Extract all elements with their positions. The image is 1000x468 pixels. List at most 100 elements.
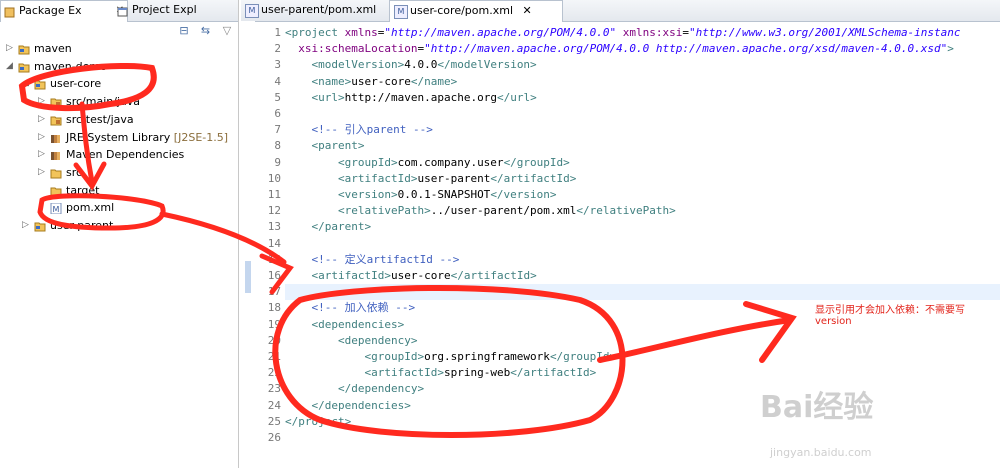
code-token: <dependencies> xyxy=(311,317,405,331)
close-icon[interactable]: ✕ xyxy=(523,4,532,17)
tab-user-core-pom[interactable]: M user-core/pom.xml ✕ xyxy=(389,0,563,22)
line-number: 13 xyxy=(267,220,281,234)
svg-text:M: M xyxy=(53,205,60,214)
tree-item-text: user-core xyxy=(50,77,102,91)
project-folder-icon xyxy=(34,220,46,232)
code-token: </parent> xyxy=(311,220,372,234)
baidu-watermark-url: jingyan.baidu.com xyxy=(770,446,872,459)
tree-item-target[interactable]: target xyxy=(38,182,236,199)
code-line[interactable]: <!-- 定义artifactId --> xyxy=(285,252,1000,268)
expand-arrow-icon[interactable]: ◢ xyxy=(22,75,32,92)
code-line[interactable]: <relativePath>../user-parent/pom.xml</re… xyxy=(285,203,1000,219)
code-line[interactable]: <version>0.0.1-SNAPSHOT</version> xyxy=(285,187,1000,203)
tree-item-src-test-java[interactable]: ▷ src/test/java xyxy=(38,111,236,128)
code-line[interactable]: <groupId>org.springframework</groupId> xyxy=(285,349,1000,365)
expand-arrow-icon[interactable]: ▷ xyxy=(38,93,48,110)
tab-package-explorer[interactable]: Package Ex ✕ xyxy=(0,0,128,22)
tree-item-jre-system-library[interactable]: ▷ JRE System Library [J2SE-1.5] xyxy=(38,129,236,146)
annotation-ruler xyxy=(241,21,255,468)
xml-file-icon: M xyxy=(245,4,259,18)
code-line[interactable]: <modelVersion>4.0.0</modelVersion> xyxy=(285,57,1000,73)
expand-arrow-icon[interactable]: ▷ xyxy=(38,164,48,181)
code-line[interactable] xyxy=(285,284,1000,301)
code-line[interactable]: </dependency> xyxy=(285,381,1000,397)
tree-item-maven-dependencies[interactable]: ▷ Maven Dependencies xyxy=(38,146,236,163)
tree-item-src-main-java[interactable]: ▷ src/main/java xyxy=(38,93,236,110)
code-token: xmlns xyxy=(344,26,378,39)
expand-arrow-icon[interactable]: ▷ xyxy=(38,129,48,146)
code-token: </modelVersion> xyxy=(437,58,537,72)
code-line[interactable]: <groupId>com.company.user</groupId> xyxy=(285,155,1000,171)
tree-item-maven[interactable]: ▷ maven xyxy=(6,40,236,57)
code-token: <version> xyxy=(337,188,398,201)
line-number: 3 xyxy=(274,58,281,72)
code-line[interactable]: </parent> xyxy=(285,219,1000,235)
expand-arrow-icon[interactable]: ▷ xyxy=(22,217,32,234)
tree-item-maven-demo[interactable]: ◢ maven-demo xyxy=(6,58,236,75)
editor-tab-label: user-parent/pom.xml xyxy=(261,3,377,16)
code-line[interactable] xyxy=(285,430,1000,446)
link-editor-icon[interactable]: ⇆ xyxy=(199,24,213,38)
editor-tab-bar: M user-parent/pom.xml M user-core/pom.xm… xyxy=(241,0,1000,22)
tree-item-text: src/test/java xyxy=(66,112,134,126)
code-token: <project xyxy=(285,26,345,39)
tree-item-label: pom.xml xyxy=(66,199,114,216)
line-number: 17 xyxy=(267,285,281,299)
tree-item-label: user-parent xyxy=(50,217,113,234)
code-line[interactable]: <artifactId>user-core</artifactId> xyxy=(285,268,1000,284)
tree-item-text: JRE System Library xyxy=(66,130,171,144)
tree-item-user-parent[interactable]: ▷ user-parent xyxy=(22,217,236,234)
expand-arrow-icon[interactable]: ◢ xyxy=(6,58,16,75)
code-token: <groupId> xyxy=(364,350,425,363)
code-line[interactable]: <!-- 引入parent --> xyxy=(285,122,1000,138)
code-area[interactable]: <project xmlns="http://maven.apache.org/… xyxy=(285,21,1000,468)
code-line[interactable]: <artifactId>spring-web</artifactId> xyxy=(285,365,1000,381)
code-line[interactable]: </project> xyxy=(285,414,1000,430)
code-line[interactable]: <project xmlns="http://maven.apache.org/… xyxy=(285,25,1000,41)
expand-arrow-icon[interactable]: ▷ xyxy=(6,40,16,57)
line-number: 24 xyxy=(267,398,281,412)
line-number: 23 xyxy=(267,382,281,396)
left-tab-bar: Package Ex ✕ Project Expl xyxy=(0,0,238,22)
collapse-all-icon[interactable]: ⊟ xyxy=(177,24,191,38)
code-line[interactable] xyxy=(285,106,1000,122)
tree-item-text: Maven Dependencies xyxy=(66,148,185,162)
project-explorer-icon xyxy=(117,4,128,17)
code-line[interactable]: <url>http://maven.apache.org</url> xyxy=(285,90,1000,106)
tree-item-user-core[interactable]: ◢ user-core xyxy=(22,75,236,92)
code-token: org.springframework xyxy=(424,350,550,363)
tree-item-label: target xyxy=(66,182,99,199)
package-explorer-pane: Package Ex ✕ Project Expl ⊟ ⇆ ▽ ▷maven◢m… xyxy=(0,0,239,468)
tree-item-pom-xml[interactable]: Mpom.xml xyxy=(38,199,236,216)
code-token: <artifactId> xyxy=(364,366,444,380)
tab-user-parent-pom[interactable]: M user-parent/pom.xml xyxy=(241,0,401,20)
code-token: <!-- 引入parent --> xyxy=(311,123,433,137)
code-line[interactable]: xsi:schemaLocation="http://maven.apache.… xyxy=(285,41,1000,57)
code-line[interactable] xyxy=(285,236,1000,252)
expand-arrow-icon[interactable]: ▷ xyxy=(38,146,48,163)
code-line[interactable]: <artifactId>user-parent</artifactId> xyxy=(285,171,1000,187)
tree-item-src[interactable]: ▷ src xyxy=(38,164,236,181)
code-token: xsi:schemaLocation xyxy=(298,42,418,56)
line-number: 11 xyxy=(267,188,281,201)
code-line[interactable]: <name>user-core</name> xyxy=(285,74,1000,90)
code-line[interactable]: <dependency> xyxy=(285,333,1000,349)
line-number: 7 xyxy=(274,123,281,137)
line-number: 6 xyxy=(274,107,281,120)
code-line[interactable]: </dependencies> xyxy=(285,398,1000,414)
view-menu-icon[interactable]: ▽ xyxy=(220,24,234,38)
tab-project-explorer[interactable]: Project Expl xyxy=(114,0,250,20)
code-line[interactable]: <parent> xyxy=(285,138,1000,154)
expand-arrow-icon[interactable]: ▷ xyxy=(38,111,48,128)
